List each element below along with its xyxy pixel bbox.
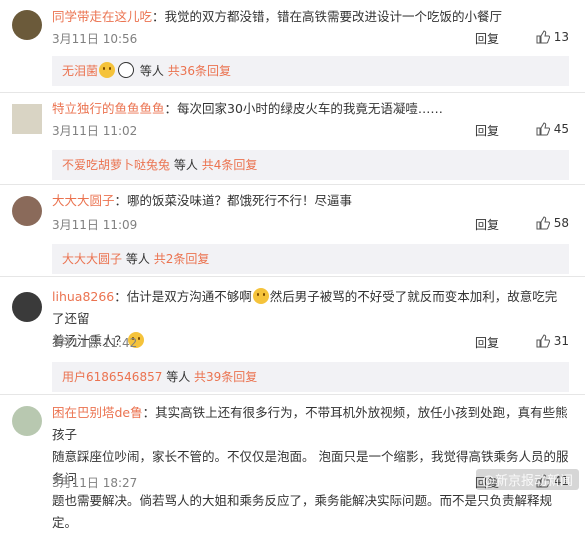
sub-reply-user[interactable]: 大大大圆子 <box>62 252 122 266</box>
like-count: 31 <box>553 334 569 348</box>
sub-replies[interactable]: 用户6186546857 等人 共39条回复 <box>52 362 569 392</box>
sub-reply-user[interactable]: 用户6186546857 <box>62 370 162 384</box>
reply-button[interactable]: 回复 <box>475 30 499 47</box>
like-button[interactable]: 13 <box>536 30 569 44</box>
thumb-up-icon <box>536 334 550 348</box>
avatar[interactable] <box>12 292 42 322</box>
divider <box>0 184 585 185</box>
avatar[interactable] <box>12 196 42 226</box>
comment-time: 3月11日 10:56 <box>52 32 138 46</box>
like-count: 45 <box>553 122 569 136</box>
comment-time: 3月11日 11:42 <box>52 336 138 350</box>
emoji-icon <box>99 62 116 78</box>
comment-text: ：我觉的双方都没错，错在高铁需要改进设计一个吃饭的小餐厅 <box>152 9 503 24</box>
like-button[interactable]: 58 <box>536 216 569 230</box>
reply-button[interactable]: 回复 <box>475 122 499 139</box>
divider <box>0 276 585 277</box>
comment-text: ：每次回家30小时的绿皮火车的我竟无语凝噎…… <box>164 101 443 116</box>
comment-user[interactable]: lihua8266 <box>52 289 114 304</box>
like-button[interactable]: 45 <box>536 122 569 136</box>
like-count: 13 <box>553 30 569 44</box>
sub-replies[interactable]: 不爱吃胡萝卜哒兔兔 等人 共4条回复 <box>52 150 569 180</box>
comment-time: 3月11日 11:02 <box>52 124 138 138</box>
comment-text: ：哪的饭菜没味道？都饿死行不行！尽逼事 <box>114 193 353 208</box>
grin-emoji-icon <box>252 288 269 304</box>
divider <box>0 92 585 93</box>
thumb-up-icon <box>536 216 550 230</box>
avatar[interactable] <box>12 104 42 134</box>
sub-replies[interactable]: 无泪菌 等人 共36条回复 <box>52 56 569 86</box>
sub-reply-count[interactable]: 共39条回复 <box>194 370 257 384</box>
reply-button[interactable]: 回复 <box>475 334 499 351</box>
avatar[interactable] <box>12 406 42 436</box>
sub-reply-count[interactable]: 共2条回复 <box>154 252 210 266</box>
avatar[interactable] <box>12 10 42 40</box>
like-count: 58 <box>553 216 569 230</box>
sub-reply-mid: 等人 <box>139 64 164 78</box>
thumb-up-icon <box>536 122 550 136</box>
sub-reply-mid: 等人 <box>173 158 198 172</box>
panda-icon <box>118 62 135 78</box>
sub-reply-count[interactable]: 共36条回复 <box>168 64 231 78</box>
sub-replies[interactable]: 大大大圆子 等人 共2条回复 <box>52 244 569 274</box>
thumb-up-icon <box>536 30 550 44</box>
sub-reply-mid: 等人 <box>125 252 150 266</box>
sub-reply-mid: 等人 <box>166 370 191 384</box>
comment-text: 题也需要解决。倘若骂人的大姐和乘务反应了，乘务能解决实际问题。而不是只负责解释规… <box>52 493 553 530</box>
divider <box>0 394 585 395</box>
reply-button[interactable]: 回复 <box>475 216 499 233</box>
comment-text: ：估计是双方沟通不够啊 <box>114 289 252 304</box>
comment-user[interactable]: 同学带走在这儿吃 <box>52 9 152 24</box>
comment-user[interactable]: 困在巴别塔de鲁 <box>52 405 143 420</box>
sub-reply-user[interactable]: 无泪菌 <box>62 64 98 78</box>
comment-time: 3月11日 11:09 <box>52 218 138 232</box>
sub-reply-user[interactable]: 不爱吃胡萝卜哒兔兔 <box>62 158 170 172</box>
watermark: @新京报动新闻 <box>475 469 579 490</box>
comment-time: 3月11日 18:27 <box>52 476 138 490</box>
comment-user[interactable]: 特立独行的鱼鱼鱼鱼 <box>52 101 165 116</box>
like-button[interactable]: 31 <box>536 334 569 348</box>
comment-user[interactable]: 大大大圆子 <box>52 193 115 208</box>
sub-reply-count[interactable]: 共4条回复 <box>202 158 258 172</box>
